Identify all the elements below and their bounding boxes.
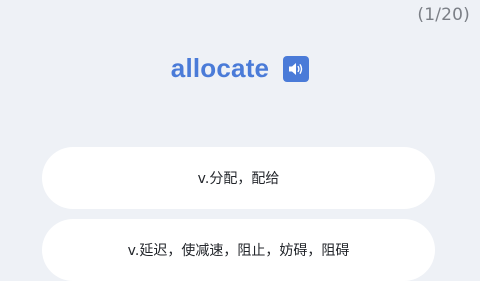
progress-counter: (1/20) <box>417 5 470 25</box>
pronounce-button[interactable] <box>283 55 310 82</box>
speaker-icon <box>289 62 303 75</box>
vocab-word: allocate <box>170 53 270 83</box>
answer-option-2[interactable]: v.延迟，使减速，阻止，妨碍，阻碍 <box>42 219 435 281</box>
word-header: allocate <box>0 52 480 84</box>
answer-option-1[interactable]: v.分配，配给 <box>42 147 435 209</box>
